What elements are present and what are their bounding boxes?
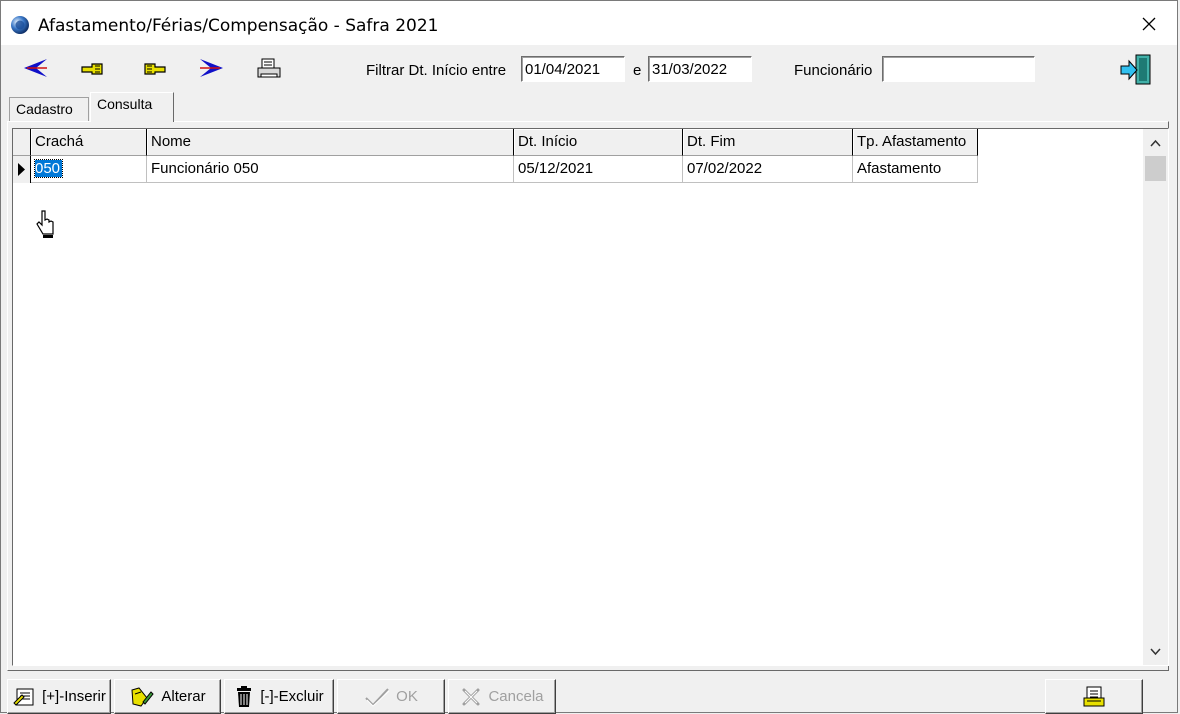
- column-header-tp-afastamento[interactable]: Tp. Afastamento: [853, 129, 978, 156]
- date-start-field[interactable]: [521, 56, 625, 82]
- column-header-dt-fim[interactable]: Dt. Fim: [683, 129, 853, 156]
- employee-label: Funcionário: [794, 62, 873, 79]
- close-icon[interactable]: [1129, 9, 1169, 41]
- insert-icon: [13, 688, 34, 706]
- delete-button[interactable]: [-]-Excluir: [224, 679, 334, 714]
- scroll-thumb[interactable]: [1145, 156, 1166, 181]
- trash-icon: [237, 685, 252, 707]
- filter-connector: e: [633, 62, 642, 79]
- employee-input[interactable]: [886, 59, 1031, 79]
- employee-field[interactable]: [882, 56, 1035, 82]
- report-icon: [1083, 686, 1105, 706]
- edit-button-label: Alterar: [161, 688, 206, 705]
- cell-cracha[interactable]: 050: [31, 156, 147, 183]
- data-grid[interactable]: Crachá Nome Dt. Início Dt. Fim Tp. Afast…: [12, 128, 1169, 666]
- date-end-field[interactable]: [648, 56, 752, 82]
- scroll-down-icon[interactable]: [1143, 640, 1168, 664]
- current-row-arrow-icon: [18, 163, 25, 176]
- tab-consulta[interactable]: Consulta: [90, 92, 174, 122]
- date-end-input[interactable]: [652, 59, 748, 79]
- insert-button[interactable]: [+]-Inserir: [7, 679, 111, 714]
- cell-tp-afastamento[interactable]: Afastamento: [853, 156, 978, 183]
- hand-cursor-icon: [36, 210, 54, 238]
- first-record-icon[interactable]: [21, 56, 51, 86]
- cancel-button-label: Cancela: [488, 688, 544, 705]
- app-logo-icon: [11, 16, 29, 34]
- date-start-input[interactable]: [525, 59, 621, 79]
- window-title: Afastamento/Férias/Compensação - Safra 2…: [38, 16, 439, 36]
- app-window: Afastamento/Férias/Compensação - Safra 2…: [0, 0, 1178, 714]
- last-record-icon[interactable]: [196, 56, 226, 86]
- cell-dt-fim[interactable]: 07/02/2022: [683, 156, 853, 183]
- exit-icon[interactable]: [1119, 53, 1155, 87]
- cell-nome[interactable]: Funcionário 050: [147, 156, 514, 183]
- column-header-nome[interactable]: Nome: [147, 129, 514, 156]
- next-record-icon[interactable]: [138, 56, 168, 86]
- previous-record-icon[interactable]: [79, 56, 109, 86]
- print-icon[interactable]: [255, 56, 285, 86]
- column-header-dt-inicio[interactable]: Dt. Início: [514, 129, 683, 156]
- delete-button-label: [-]-Excluir: [260, 688, 324, 705]
- edit-icon: [131, 686, 155, 707]
- ok-button[interactable]: OK: [337, 679, 445, 714]
- column-header-cracha[interactable]: Crachá: [31, 129, 147, 156]
- tab-cadastro[interactable]: Cadastro: [9, 97, 89, 121]
- cancel-x-icon: [462, 688, 480, 705]
- row-indicator: [13, 156, 31, 183]
- filter-label: Filtrar Dt. Início entre: [366, 62, 507, 79]
- cancel-button[interactable]: Cancela: [448, 679, 556, 714]
- grid-corner: [13, 129, 31, 156]
- cell-dt-inicio[interactable]: 05/12/2021: [514, 156, 683, 183]
- cell-cracha-value: 050: [33, 159, 64, 178]
- edit-button[interactable]: Alterar: [114, 679, 221, 714]
- title-bar: Afastamento/Férias/Compensação - Safra 2…: [1, 1, 1177, 45]
- report-button[interactable]: [1045, 679, 1143, 714]
- insert-button-label: [+]-Inserir: [42, 688, 106, 705]
- scroll-up-icon[interactable]: [1143, 131, 1168, 155]
- check-icon: [365, 687, 390, 707]
- ok-button-label: OK: [396, 688, 418, 705]
- vertical-scrollbar[interactable]: [1143, 129, 1168, 665]
